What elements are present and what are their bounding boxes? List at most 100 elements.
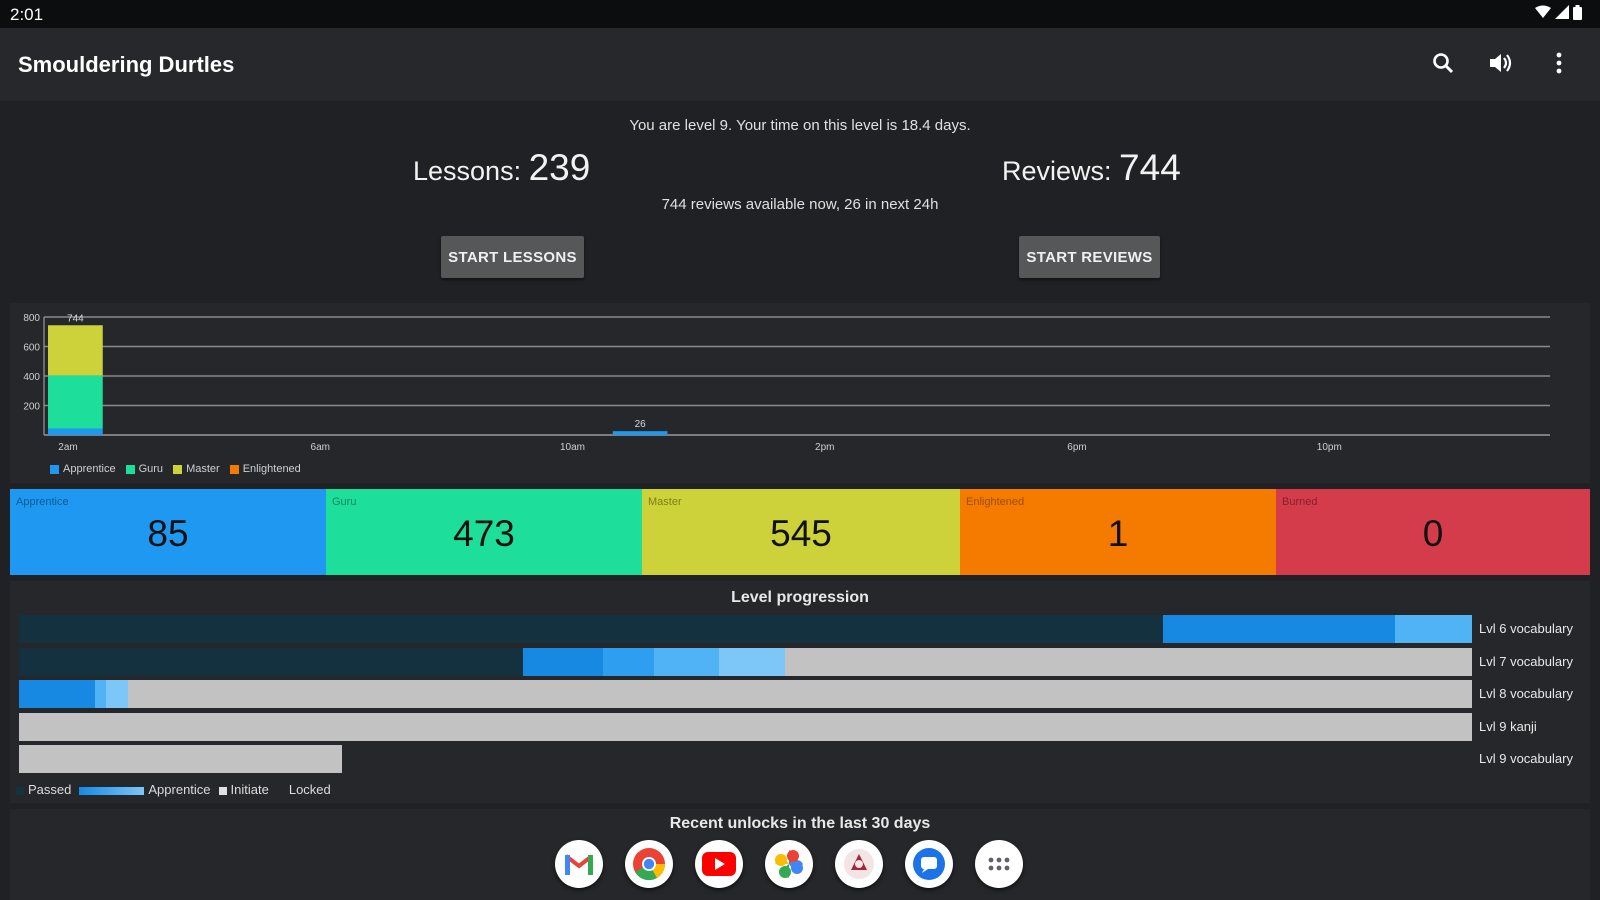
app-actions <box>1426 46 1576 80</box>
bar-data-label: 744 <box>67 313 84 324</box>
progression-label: Lvl 7 vocabulary <box>1479 653 1573 669</box>
srs-breakdown: Apprentice 85 Guru 473 Master 545 Enlightened 1… <box>10 489 1590 575</box>
legend-label: Master <box>186 463 220 475</box>
progression-bar <box>19 745 342 773</box>
level-progression-panel: Level progression Lvl 6 vocabulary Lvl 7 … <box>10 581 1590 803</box>
start-reviews-button[interactable]: START REVIEWS <box>1019 236 1160 278</box>
reviews-label: Reviews: <box>1002 156 1112 186</box>
srs-apprentice[interactable]: Apprentice 85 <box>10 489 326 575</box>
level-text: You are level 9. Your time on this level… <box>629 117 971 134</box>
progression-segment <box>719 647 785 676</box>
progression-segment <box>19 712 1472 741</box>
reviews-number: 744 <box>1119 147 1181 188</box>
search-icon[interactable] <box>1426 46 1460 80</box>
legend-passed: Passed <box>16 782 71 797</box>
lessons-count: Lessons: 239 <box>413 147 590 189</box>
status-time: 2:01 <box>10 5 44 24</box>
progression-label: Lvl 9 vocabulary <box>1479 751 1573 766</box>
forecast-svg: 800 600 400 200 2am 6am 10am 2pm 6pm 10pm 744 26 <box>23 313 1550 453</box>
messages-icon[interactable] <box>905 840 953 888</box>
srs-master[interactable]: Master 545 <box>642 489 960 575</box>
progression-title: Level progression <box>731 589 869 606</box>
gmail-icon[interactable] <box>555 840 603 888</box>
y-tick-label: 200 <box>23 402 40 413</box>
progression-segment <box>19 615 1163 643</box>
srs-label: Master <box>648 496 682 508</box>
srs-label: Apprentice <box>16 496 69 508</box>
legend-locked: Locked <box>276 782 331 797</box>
legend-swatch <box>229 464 239 474</box>
legend-enlightened: Enlightened <box>229 463 301 475</box>
summary-panel: You are level 9. Your time on this level… <box>0 101 1600 291</box>
progression-segment <box>1162 615 1395 643</box>
progression-segment <box>653 647 720 676</box>
srs-burned[interactable]: Burned 0 <box>1276 489 1590 575</box>
chrome-icon[interactable] <box>625 840 673 888</box>
progression-segment <box>127 680 1472 708</box>
forecast-bar-apprentice <box>48 428 103 435</box>
photos-icon[interactable] <box>765 840 813 888</box>
srs-enlightened[interactable]: Enlightened 1 <box>960 489 1276 575</box>
legend-apprentice: Apprentice <box>50 463 116 475</box>
legend-master: Master <box>173 463 220 475</box>
battery-icon <box>1573 5 1582 24</box>
y-tick-label: 600 <box>23 343 40 354</box>
y-tick-label: 800 <box>23 313 40 324</box>
status-bar: 2:01 <box>0 0 1600 28</box>
forecast-bar-guru <box>48 375 103 429</box>
srs-guru[interactable]: Guru 473 <box>326 489 642 575</box>
progression-bar <box>19 615 1472 643</box>
youtube-icon[interactable] <box>695 840 743 888</box>
x-tick-label: 2pm <box>815 442 834 453</box>
forecast-bar-master <box>48 325 103 376</box>
app-bar: Smouldering Durtles <box>0 28 1600 101</box>
y-tick-label: 400 <box>23 372 40 383</box>
progression-bar <box>19 680 1472 708</box>
x-tick-label: 2am <box>58 442 77 453</box>
wifi-icon <box>1535 5 1551 24</box>
x-tick-label: 10pm <box>1317 442 1342 453</box>
legend-label: Guru <box>138 463 164 475</box>
progression-label: Lvl 8 vocabulary <box>1479 686 1573 701</box>
legend-label: Enlightened <box>242 463 301 475</box>
srs-label: Enlightened <box>966 496 1025 508</box>
chart-legend: Apprentice Guru Master Enlightened <box>50 463 301 475</box>
progression-segment <box>19 680 95 708</box>
srs-label: Guru <box>332 496 357 508</box>
progression-legend: Passed Apprentice Initiate Locked <box>16 782 331 797</box>
srs-value: 0 <box>1422 513 1444 554</box>
progression-bar <box>19 647 1472 676</box>
status-icons <box>1535 5 1582 24</box>
progression-segment <box>94 680 107 708</box>
crab-app-icon[interactable] <box>835 840 883 888</box>
legend-apprentice: Apprentice <box>79 782 211 797</box>
availability-text: 744 reviews available now, 26 in next 24… <box>661 196 939 213</box>
x-tick-label: 6am <box>311 442 330 453</box>
progression-segment <box>784 647 1472 676</box>
start-lessons-button[interactable]: START LESSONS <box>441 236 584 278</box>
progression-label: Lvl 6 vocabulary <box>1479 621 1573 636</box>
legend-swatch <box>173 464 183 474</box>
srs-value: 545 <box>770 513 832 554</box>
more-vert-icon[interactable] <box>1542 46 1576 80</box>
progression-segment <box>19 745 342 773</box>
legend-guru: Guru <box>125 463 164 475</box>
review-forecast-chart: 800 600 400 200 2am 6am 10am 2pm 6pm 10pm 744 26 Ap… <box>10 303 1590 483</box>
forecast-bar-apprentice <box>612 431 668 435</box>
progression-segment <box>1394 615 1472 643</box>
srs-value: 85 <box>147 513 189 554</box>
recent-unlocks-title: Recent unlocks in the last 30 days <box>669 815 931 832</box>
app-dock <box>555 840 1023 888</box>
app-title: Smouldering Durtles <box>18 52 235 77</box>
volume-icon[interactable] <box>1484 46 1518 80</box>
progression-bar <box>19 712 1472 741</box>
legend-swatch <box>125 464 135 474</box>
signal-icon <box>1555 5 1569 24</box>
progression-label: Lvl 9 kanji <box>1479 718 1537 734</box>
srs-value: 473 <box>453 513 515 554</box>
srs-label: Burned <box>1282 496 1318 508</box>
reviews-count: Reviews: 744 <box>1002 147 1181 189</box>
lessons-number: 239 <box>528 147 591 188</box>
x-tick-label: 6pm <box>1067 442 1086 453</box>
app-drawer-icon[interactable] <box>975 840 1023 888</box>
